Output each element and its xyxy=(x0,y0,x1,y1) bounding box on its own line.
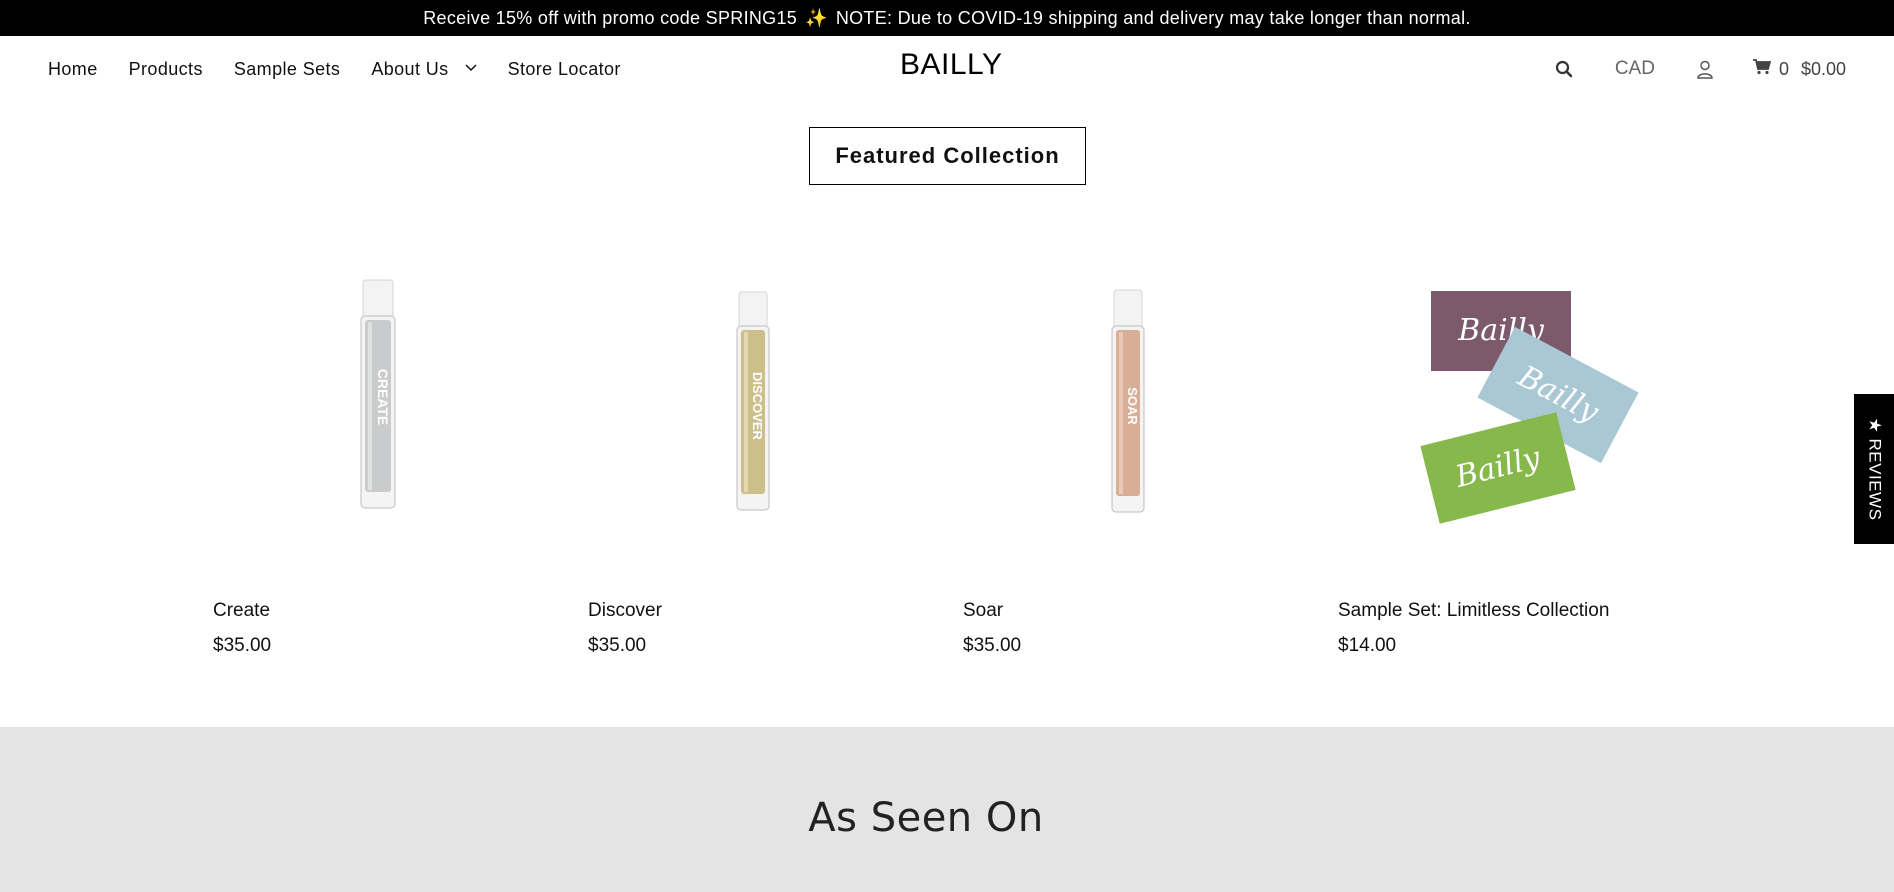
nav-about-us[interactable]: About Us xyxy=(371,58,477,80)
product-price: $35.00 xyxy=(213,635,272,656)
sparkle-icon: ✨ xyxy=(805,7,828,28)
cart-total: $0.00 xyxy=(1800,58,1846,79)
product-name[interactable]: Create xyxy=(213,600,270,622)
nav-sample-sets[interactable]: Sample Sets xyxy=(234,59,340,80)
featured-collection-title: Featured Collection xyxy=(809,127,1086,185)
search-icon[interactable] xyxy=(1555,60,1573,78)
nav-home[interactable]: Home xyxy=(48,59,98,80)
site-logo[interactable]: BAILLY xyxy=(900,48,1002,82)
cart-count: 0 xyxy=(1778,58,1789,79)
reviews-tab[interactable]: ★ REVIEWS xyxy=(1854,394,1894,544)
nav-home-label: Home xyxy=(48,58,98,79)
nav-sample-sets-label: Sample Sets xyxy=(233,58,341,79)
bottle-label-discover: DISCOVER xyxy=(750,372,765,441)
product-image-sample-set[interactable]: Bailly Bailly Bailly xyxy=(1338,260,1698,560)
reviews-tab-label: ★ REVIEWS xyxy=(1865,417,1884,521)
product-card-create[interactable]: CREATE Create $35.00 xyxy=(213,260,573,670)
cart-icon xyxy=(1752,58,1772,80)
nav-store-locator[interactable]: Store Locator xyxy=(508,59,621,80)
user-icon[interactable] xyxy=(1697,60,1713,79)
product-card-sample-set[interactable]: Bailly Bailly Bailly Sample Set: Limitle… xyxy=(1338,260,1698,670)
product-grid: CREATE Create $35.00 DISCOVER Discover $… xyxy=(0,260,1894,680)
main-nav: Home Products Sample Sets About Us Store… xyxy=(48,36,621,102)
header-tools: CAD 0 $0.00 xyxy=(1555,36,1846,102)
product-price: $35.00 xyxy=(963,635,1022,656)
nav-store-locator-label: Store Locator xyxy=(507,58,621,79)
bottle-label-create: CREATE xyxy=(375,369,391,426)
currency-selector[interactable]: CAD xyxy=(1615,58,1655,80)
announcement-bar: Receive 15% off with promo code SPRING15… xyxy=(0,0,1894,36)
as-seen-on-section: As Seen On xyxy=(0,727,1894,892)
product-image-discover[interactable]: DISCOVER xyxy=(588,260,948,560)
product-image-soar[interactable]: SOAR xyxy=(963,260,1323,560)
announcement-text-promo: Receive 15% off with promo code SPRING15 xyxy=(423,7,798,28)
product-price: $14.00 xyxy=(1338,635,1397,656)
nav-products[interactable]: Products xyxy=(129,59,203,80)
as-seen-on-title: As Seen On xyxy=(808,795,1044,841)
product-name[interactable]: Discover xyxy=(588,600,662,622)
announcement-text-note: NOTE: Due to COVID-19 shipping and deliv… xyxy=(835,7,1471,28)
site-header: Home Products Sample Sets About Us Store… xyxy=(0,36,1894,102)
product-card-soar[interactable]: SOAR Soar $35.00 xyxy=(963,260,1323,670)
product-name[interactable]: Soar xyxy=(963,600,1003,622)
bottle-label-soar: SOAR xyxy=(1125,387,1140,425)
cart-button[interactable]: 0 $0.00 xyxy=(1752,58,1846,80)
product-image-create[interactable]: CREATE xyxy=(213,260,573,560)
nav-products-label: Products xyxy=(128,58,203,79)
chevron-down-icon[interactable] xyxy=(465,61,477,75)
product-card-discover[interactable]: DISCOVER Discover $35.00 xyxy=(588,260,948,670)
product-name[interactable]: Sample Set: Limitless Collection xyxy=(1338,600,1609,622)
product-price: $35.00 xyxy=(588,635,647,656)
nav-about-us-label: About Us xyxy=(371,58,449,79)
